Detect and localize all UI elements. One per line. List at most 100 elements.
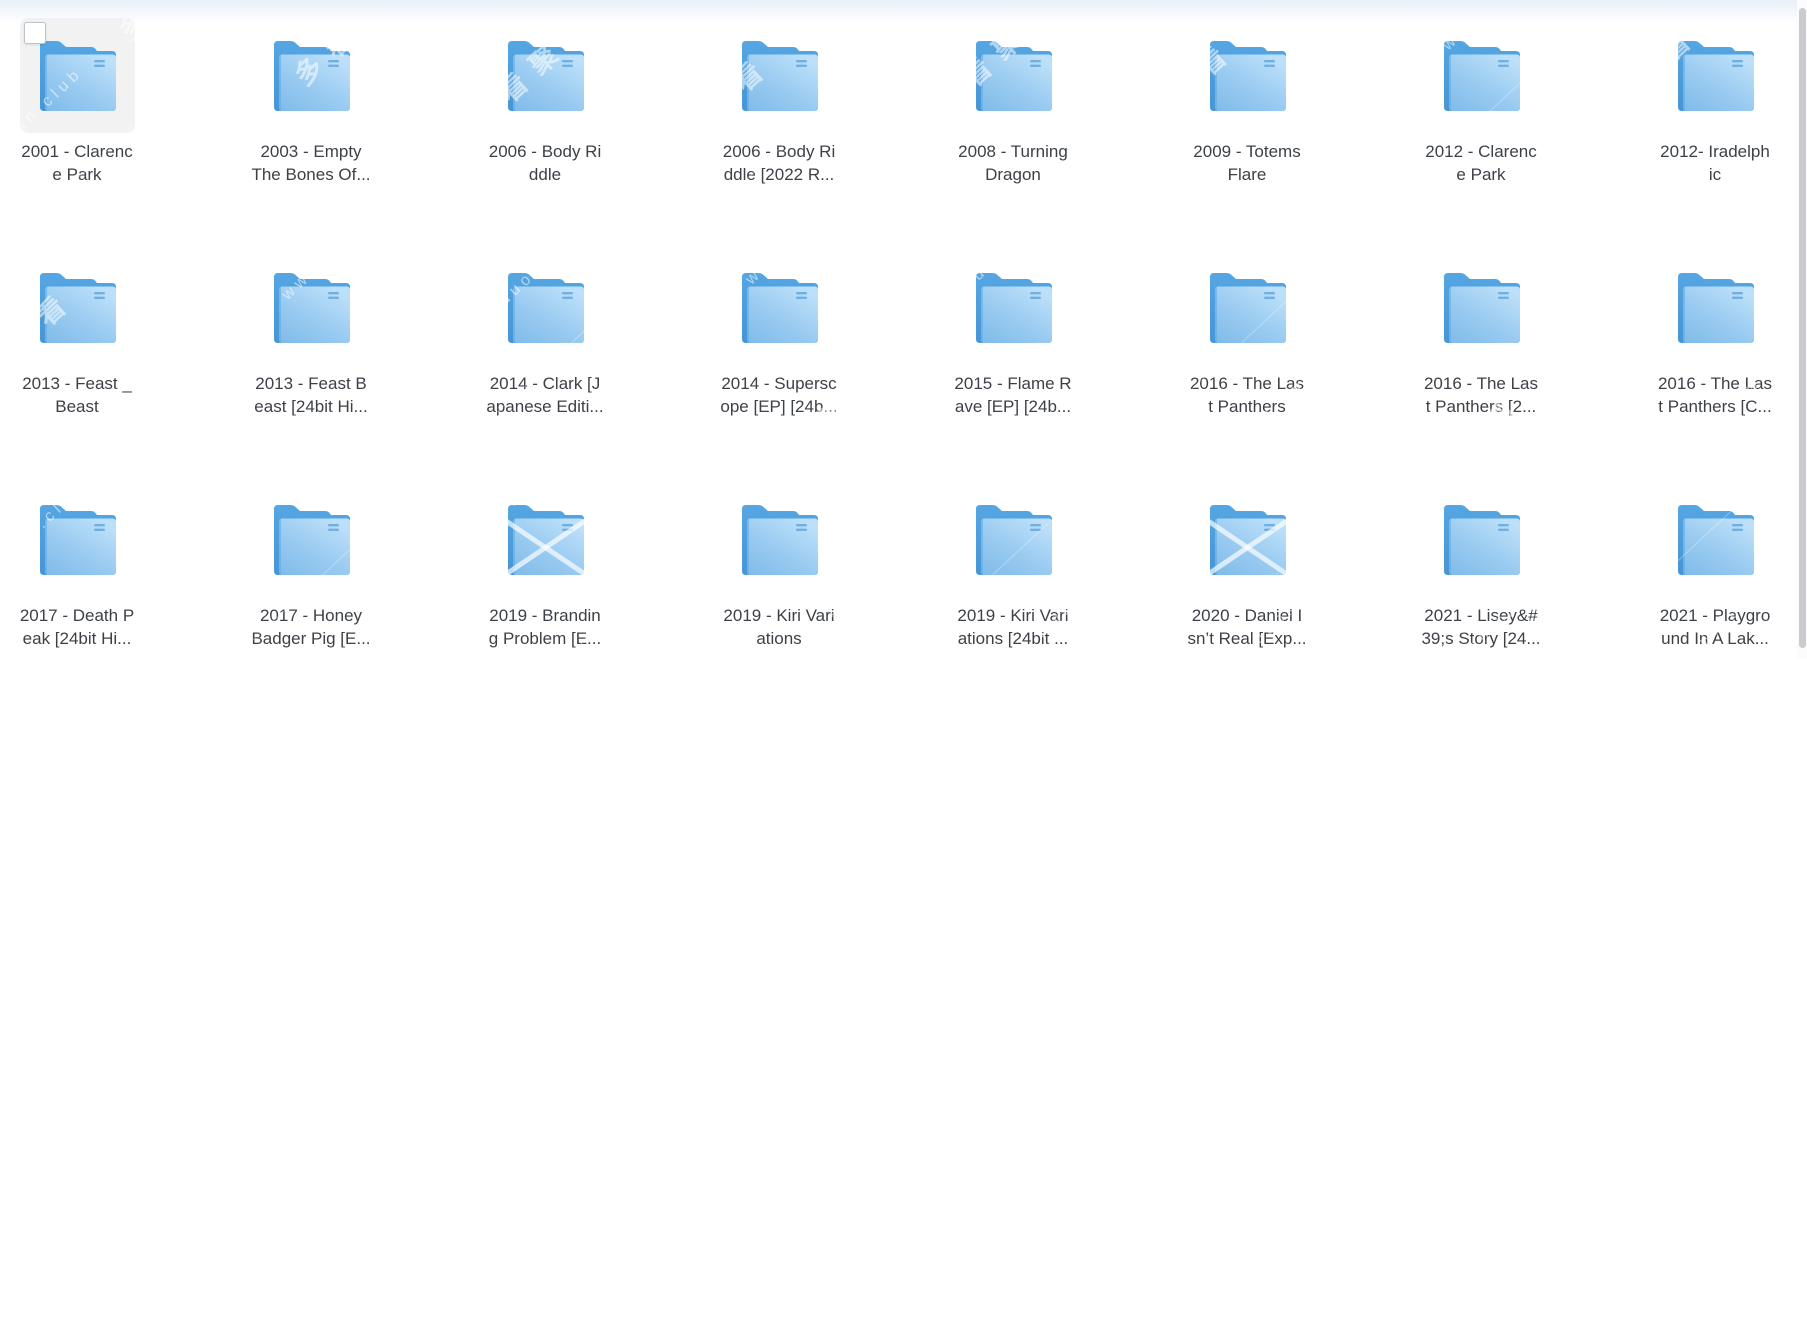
folder-item[interactable]: 2015 - Flame R ave [EP] [24b... <box>936 250 1090 482</box>
folder-name-line2: ations <box>756 629 802 648</box>
folder-item[interactable]: 2017 - Death P eak [24bit Hi... <box>0 482 154 714</box>
folder-name[interactable]: 2020 - Daniel I sn’t Real [Exp... <box>1187 604 1306 650</box>
folder-icon-box[interactable] <box>254 482 369 597</box>
folder-name[interactable]: 2019 - Kiri Vari ations <box>723 604 834 650</box>
folder-icon <box>1443 505 1520 575</box>
folder-icon-box[interactable] <box>956 18 1071 133</box>
folder-icon-box[interactable] <box>722 250 837 365</box>
folder-name-line1: 2006 - Body Ri <box>488 142 602 161</box>
folder-name-line1: 2017 - Death P <box>19 606 135 625</box>
folder-icon <box>507 505 584 575</box>
folder-icon-box[interactable] <box>488 18 603 133</box>
folder-item[interactable]: 2008 - Turning Dragon <box>936 18 1090 250</box>
folder-name-line2: apanese Editi... <box>486 397 604 416</box>
folder-item[interactable]: 2016 - The Las t Panthers [2... <box>1404 250 1558 482</box>
folder-icon-box[interactable] <box>20 250 135 365</box>
folder-name[interactable]: 2013 - Feast _ Beast <box>22 372 132 418</box>
folder-name[interactable]: 2019 - Kiri Vari ations [24bit ... <box>957 604 1068 650</box>
folder-icon-box[interactable] <box>20 482 135 597</box>
folder-icon-box[interactable] <box>722 18 837 133</box>
folder-item[interactable]: 2003 - Empty The Bones Of... <box>234 18 388 250</box>
scrollbar-track[interactable] <box>1797 0 1807 659</box>
folder-item[interactable]: 2012- Iradelph ic <box>1638 18 1792 250</box>
folder-name[interactable]: 2006 - Body Ri ddle <box>489 140 601 186</box>
folder-icon-box[interactable] <box>488 250 603 365</box>
folder-item[interactable]: 2017 - Honey Badger Pig [E... <box>234 482 388 714</box>
folder-icon <box>1209 41 1286 111</box>
folder-icon-box[interactable] <box>722 482 837 597</box>
folder-item[interactable]: 2013 - Feast B east [24bit Hi... <box>234 250 388 482</box>
folder-name-line1: 2009 - Totems <box>1193 142 1301 161</box>
folder-item[interactable]: 2016 - The Las t Panthers [C... <box>1638 250 1792 482</box>
folder-item[interactable]: 2014 - Clark [J apanese Editi... <box>468 250 622 482</box>
folder-name[interactable]: 2001 - Clarenc e Park <box>21 140 133 186</box>
folder-item[interactable]: 2020 - Daniel I sn’t Real [Exp... <box>1170 482 1324 714</box>
folder-icon-box[interactable] <box>1658 482 1773 597</box>
folder-icon-box[interactable] <box>1190 482 1305 597</box>
folder-name[interactable]: 2017 - Death P eak [24bit Hi... <box>20 604 134 650</box>
folder-name-line2: t Panthers <box>1208 397 1286 416</box>
folder-item[interactable]: 2019 - Kiri Vari ations <box>702 482 856 714</box>
folder-icon <box>507 41 584 111</box>
folder-name[interactable]: 2009 - Totems Flare <box>1193 140 1300 186</box>
folder-name-line2: ope [EP] [24b... <box>720 397 838 416</box>
folder-name[interactable]: 2012 - Clarenc e Park <box>1425 140 1537 186</box>
folder-name[interactable]: 2003 - Empty The Bones Of... <box>251 140 370 186</box>
folder-name[interactable]: 2021 - Lisey&# 39;s Story [24... <box>1421 604 1540 650</box>
folder-item[interactable]: 2019 - Brandin g Problem [E... <box>468 482 622 714</box>
folder-icon-box[interactable] <box>1424 250 1539 365</box>
folder-icon-box[interactable] <box>19 18 135 133</box>
selection-checkbox[interactable] <box>23 22 46 44</box>
folder-item[interactable]: 2006 - Body Ri ddle [2022 R... <box>702 18 856 250</box>
folder-name-line2: sn’t Real [Exp... <box>1187 629 1307 648</box>
folder-icon <box>273 273 350 343</box>
folder-icon-box[interactable] <box>488 482 603 597</box>
folder-name[interactable]: 2013 - Feast B east [24bit Hi... <box>254 372 367 418</box>
folder-item[interactable]: 2016 - The Las t Panthers <box>1170 250 1324 482</box>
folder-name-line2: ddle [2022 R... <box>723 165 835 184</box>
folder-item[interactable]: 2012 - Clarenc e Park <box>1404 18 1558 250</box>
folder-icon-box[interactable] <box>956 482 1071 597</box>
folder-name[interactable]: 2021 - Playgro und In A Lak... <box>1660 604 1771 650</box>
folder-item[interactable]: 2001 - Clarenc e Park <box>0 18 154 250</box>
folder-item[interactable]: 2021 - Lisey&# 39;s Story [24... <box>1404 482 1558 714</box>
folder-name-line1: 2017 - Honey <box>259 606 363 625</box>
folder-item[interactable]: 2014 - Supersc ope [EP] [24b... <box>702 250 856 482</box>
folder-icon-box[interactable] <box>1658 18 1773 133</box>
folder-name[interactable]: 2006 - Body Ri ddle [2022 R... <box>723 140 835 186</box>
folder-name[interactable]: 2016 - The Las t Panthers [C... <box>1658 372 1772 418</box>
folder-item[interactable]: 2009 - Totems Flare <box>1170 18 1324 250</box>
folder-icon <box>507 273 584 343</box>
scrollbar-thumb[interactable] <box>1799 8 1806 648</box>
folder-icon-box[interactable] <box>956 250 1071 365</box>
folder-name-line1: 2021 - Playgro <box>1659 606 1771 625</box>
folder-name[interactable]: 2008 - Turning Dragon <box>958 140 1068 186</box>
folder-name-line1: 2001 - Clarenc <box>21 142 133 161</box>
folder-name[interactable]: 2017 - Honey Badger Pig [E... <box>251 604 370 650</box>
folder-name[interactable]: 2019 - Brandin g Problem [E... <box>489 604 601 650</box>
folder-name[interactable]: 2016 - The Las t Panthers [2... <box>1424 372 1538 418</box>
folder-icon-box[interactable] <box>254 250 369 365</box>
folder-name[interactable]: 2014 - Clark [J apanese Editi... <box>486 372 603 418</box>
folder-icon-box[interactable] <box>1424 482 1539 597</box>
folder-item[interactable]: 2006 - Body Ri ddle <box>468 18 622 250</box>
folder-icon-box[interactable] <box>254 18 369 133</box>
folder-name[interactable]: 2012- Iradelph ic <box>1660 140 1770 186</box>
folder-name[interactable]: 2014 - Supersc ope [EP] [24b... <box>720 372 837 418</box>
folder-icon-box[interactable] <box>1190 18 1305 133</box>
folder-icon-box[interactable] <box>1190 250 1305 365</box>
folder-icon <box>39 505 116 575</box>
folder-icon-box[interactable] <box>1658 250 1773 365</box>
folder-item[interactable]: 2013 - Feast _ Beast <box>0 250 154 482</box>
folder-icon <box>741 273 818 343</box>
folder-icon <box>1209 273 1286 343</box>
folder-icon-box[interactable] <box>1424 18 1539 133</box>
folder-item[interactable]: 2021 - Playgro und In A Lak... <box>1638 482 1792 714</box>
folder-name[interactable]: 2016 - The Las t Panthers <box>1190 372 1304 418</box>
folder-item[interactable]: 2019 - Kiri Vari ations [24bit ... <box>936 482 1090 714</box>
folder-name-line1: 2019 - Brandin <box>489 606 601 625</box>
folder-name-line1: 2016 - The Las <box>1189 374 1305 393</box>
folder-name-line2: ave [EP] [24b... <box>954 397 1072 416</box>
folder-name[interactable]: 2015 - Flame R ave [EP] [24b... <box>954 372 1071 418</box>
folder-name-line2: e Park <box>52 165 102 184</box>
